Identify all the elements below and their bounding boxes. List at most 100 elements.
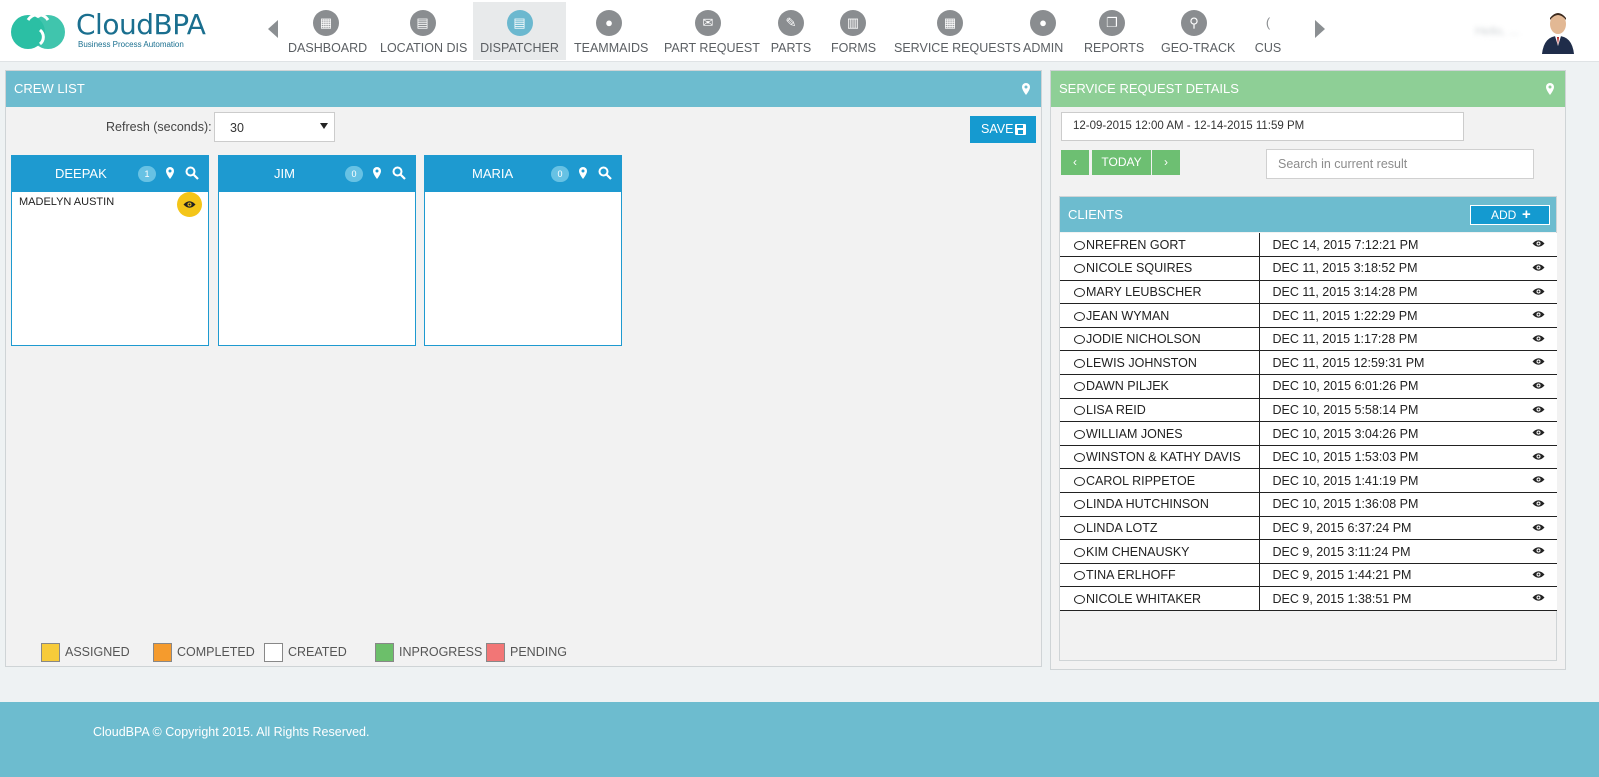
search-input[interactable] (1266, 149, 1534, 179)
map-pin-icon[interactable] (1019, 82, 1033, 96)
eye-icon[interactable] (1532, 475, 1545, 484)
client-name-cell[interactable]: NREFREN GORT (1060, 233, 1260, 258)
nav-scroll-left-icon[interactable] (268, 20, 278, 38)
client-date-cell: DEC 10, 2015 3:04:26 PM (1259, 421, 1557, 446)
eye-icon[interactable] (1532, 310, 1545, 319)
previous-day-button[interactable]: ‹ (1061, 150, 1089, 175)
map-pin-icon[interactable] (370, 166, 384, 180)
logo-tagline: Business Process Automation (78, 40, 184, 49)
clients-table: NREFREN GORT DEC 14, 2015 7:12:21 PM NICOL… (1060, 233, 1557, 611)
nav-item-location-dis[interactable]: ▤ LOCATION DIS (380, 2, 467, 60)
table-row[interactable]: WILLIAM JONES DEC 10, 2015 3:04:26 PM (1060, 421, 1557, 446)
table-row[interactable]: LEWIS JOHNSTON DEC 11, 2015 12:59:31 PM (1060, 350, 1557, 376)
nav-item-dashboard[interactable]: ▦ DASHBOARD (288, 2, 367, 60)
eye-icon[interactable] (1532, 546, 1545, 555)
nav-item-geo-track[interactable]: ⚲ GEO-TRACK (1161, 2, 1235, 60)
table-row[interactable]: JEAN WYMAN DEC 11, 2015 1:22:29 PM (1060, 303, 1557, 328)
table-row[interactable]: CAROL RIPPETOE DEC 10, 2015 1:41:19 PM (1060, 468, 1557, 494)
client-name-cell[interactable]: MARY LEUBSCHER (1060, 280, 1260, 305)
crew-card-header: MARIA 0 (425, 156, 621, 192)
user-name[interactable]: Hello, ... (1475, 24, 1519, 38)
crew-card-jim[interactable]: JIM 0 (218, 155, 416, 346)
crew-job-client[interactable]: MADELYN AUSTIN (19, 196, 114, 208)
table-row[interactable]: NICOLE SQUIRES DEC 11, 2015 3:18:52 PM (1060, 256, 1557, 281)
table-row[interactable]: MARY LEUBSCHER DEC 11, 2015 3:14:28 PM (1060, 280, 1557, 305)
date-range-picker[interactable]: 12-09-2015 12:00 AM - 12-14-2015 11:59 P… (1061, 112, 1464, 141)
client-name: JODIE NICHOLSON (1086, 332, 1201, 347)
nav-item-label: REPORTS (1084, 41, 1145, 55)
eye-icon[interactable] (1532, 334, 1545, 343)
table-row[interactable]: JODIE NICHOLSON DEC 11, 2015 1:17:28 PM (1060, 327, 1557, 352)
eye-icon[interactable] (1532, 263, 1545, 272)
client-name-cell[interactable]: LINDA HUTCHINSON (1060, 492, 1260, 517)
nav-item-teammaids[interactable]: ● TEAMMAIDS (574, 2, 648, 60)
map-pin-icon[interactable] (1543, 82, 1557, 96)
table-row[interactable]: DAWN PILJEK DEC 10, 2015 6:01:26 PM (1060, 374, 1557, 399)
client-name-cell[interactable]: NICOLE WHITAKER (1060, 586, 1260, 611)
next-day-button[interactable]: › (1152, 150, 1180, 175)
crew-job-count-badge: 0 (551, 166, 569, 182)
nav-item-service-requests[interactable]: ▦ SERVICE REQUESTS (894, 2, 1021, 60)
comment-icon (1074, 240, 1085, 250)
eye-icon[interactable] (1532, 357, 1545, 366)
table-row[interactable]: WINSTON & KATHY DAVIS DEC 10, 2015 1:53:0… (1060, 445, 1557, 470)
client-name-cell[interactable]: LINDA LOTZ (1060, 516, 1260, 541)
client-name-cell[interactable]: NICOLE SQUIRES (1060, 256, 1260, 281)
view-job-button[interactable] (177, 192, 202, 217)
chevron-left-icon: ‹ (1073, 155, 1077, 169)
eye-icon[interactable] (1532, 523, 1545, 532)
client-name-cell[interactable]: DAWN PILJEK (1060, 374, 1260, 399)
nav-item-dispatcher[interactable]: ▤ DISPATCHER (473, 2, 566, 60)
client-name-cell[interactable]: CAROL RIPPETOE (1060, 468, 1260, 494)
crew-job-count-badge: 0 (345, 166, 363, 182)
client-name-cell[interactable]: KIM CHENAUSKY (1060, 539, 1260, 564)
client-name-cell[interactable]: WINSTON & KATHY DAVIS (1060, 445, 1260, 470)
refresh-interval-select[interactable]: 30 (214, 112, 335, 142)
search-icon[interactable] (598, 166, 612, 180)
table-row[interactable]: LISA REID DEC 10, 2015 5:58:14 PM (1060, 398, 1557, 423)
chevron-right-icon: › (1164, 155, 1168, 169)
save-button[interactable]: SAVE (970, 116, 1036, 143)
client-date-cell: DEC 11, 2015 1:22:29 PM (1259, 303, 1557, 328)
eye-icon[interactable] (1532, 381, 1545, 390)
client-name-cell[interactable]: WILLIAM JONES (1060, 421, 1260, 446)
eye-icon[interactable] (1532, 287, 1545, 296)
avatar[interactable] (1540, 12, 1576, 54)
app-logo[interactable]: CloudBPA Business Process Automation (10, 8, 206, 50)
crew-card-maria[interactable]: MARIA 0 (424, 155, 622, 346)
today-button[interactable]: TODAY (1092, 150, 1151, 175)
add-client-button[interactable]: ADD + (1470, 205, 1550, 225)
client-name-cell[interactable]: JEAN WYMAN (1060, 303, 1260, 328)
search-icon[interactable] (392, 166, 406, 180)
nav-item-parts[interactable]: ✎ PARTS (770, 2, 812, 60)
nav-scroll-right-icon[interactable] (1315, 20, 1325, 38)
search-icon[interactable] (185, 166, 199, 180)
map-pin-icon[interactable] (163, 166, 177, 180)
eye-icon[interactable] (1532, 593, 1545, 602)
nav-item-admin[interactable]: ● ADMIN (1023, 2, 1063, 60)
crew-card-deepak[interactable]: DEEPAK 1 MADELYN AUSTIN (11, 155, 209, 346)
table-row[interactable]: NICOLE WHITAKER DEC 9, 2015 1:38:51 PM (1060, 586, 1557, 611)
eye-icon[interactable] (1532, 428, 1545, 437)
eye-icon[interactable] (1532, 570, 1545, 579)
table-row[interactable]: NREFREN GORT DEC 14, 2015 7:12:21 PM (1060, 233, 1557, 258)
client-name-cell[interactable]: JODIE NICHOLSON (1060, 327, 1260, 352)
client-name-cell[interactable]: TINA ERLHOFF (1060, 563, 1260, 588)
nav-item-forms[interactable]: ▥ FORMS (831, 2, 876, 60)
client-name-cell[interactable]: LEWIS JOHNSTON (1060, 350, 1260, 376)
nav-item-customers[interactable]: ( CUS (1248, 2, 1288, 60)
client-name: DAWN PILJEK (1086, 379, 1169, 394)
nav-item-reports[interactable]: ❐ REPORTS (1084, 2, 1145, 60)
nav-item-part-request[interactable]: ✉ PART REQUEST (664, 2, 760, 60)
table-row[interactable]: LINDA LOTZ DEC 9, 2015 6:37:24 PM (1060, 516, 1557, 541)
table-row[interactable]: KIM CHENAUSKY DEC 9, 2015 3:11:24 PM (1060, 539, 1557, 564)
client-name-cell[interactable]: LISA REID (1060, 398, 1260, 423)
client-date: DEC 9, 2015 1:38:51 PM (1272, 591, 1412, 606)
table-row[interactable]: LINDA HUTCHINSON DEC 10, 2015 1:36:08 PM (1060, 492, 1557, 517)
map-pin-icon[interactable] (576, 166, 590, 180)
eye-icon[interactable] (1532, 239, 1545, 248)
eye-icon[interactable] (1532, 452, 1545, 461)
eye-icon[interactable] (1532, 405, 1545, 414)
table-row[interactable]: TINA ERLHOFF DEC 9, 2015 1:44:21 PM (1060, 563, 1557, 588)
eye-icon[interactable] (1532, 499, 1545, 508)
